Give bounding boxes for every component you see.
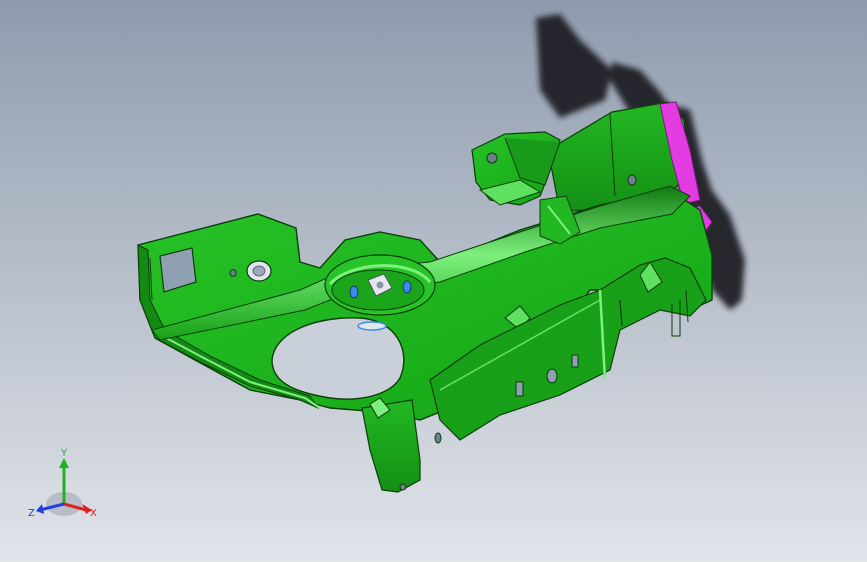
tab-hole [486,152,498,164]
fastener-right[interactable] [402,280,412,294]
model-scene[interactable] [0,0,867,562]
wall-hole [627,174,637,186]
slot-1 [515,381,524,397]
y-axis-label: Y [60,448,68,459]
x-axis-label: X [90,508,97,519]
z-axis-label: Z [28,508,35,519]
z-axis-arrow [36,504,44,514]
lower-tab-hole [399,483,407,491]
graphics-viewport[interactable]: Y X Z [0,0,867,562]
slot-3 [571,354,579,368]
small-hole-left [229,269,237,277]
slot-2 [546,368,558,384]
orientation-triad[interactable]: Y X Z [22,446,108,522]
y-axis-arrow [59,458,69,468]
fastener-left[interactable] [349,285,359,299]
